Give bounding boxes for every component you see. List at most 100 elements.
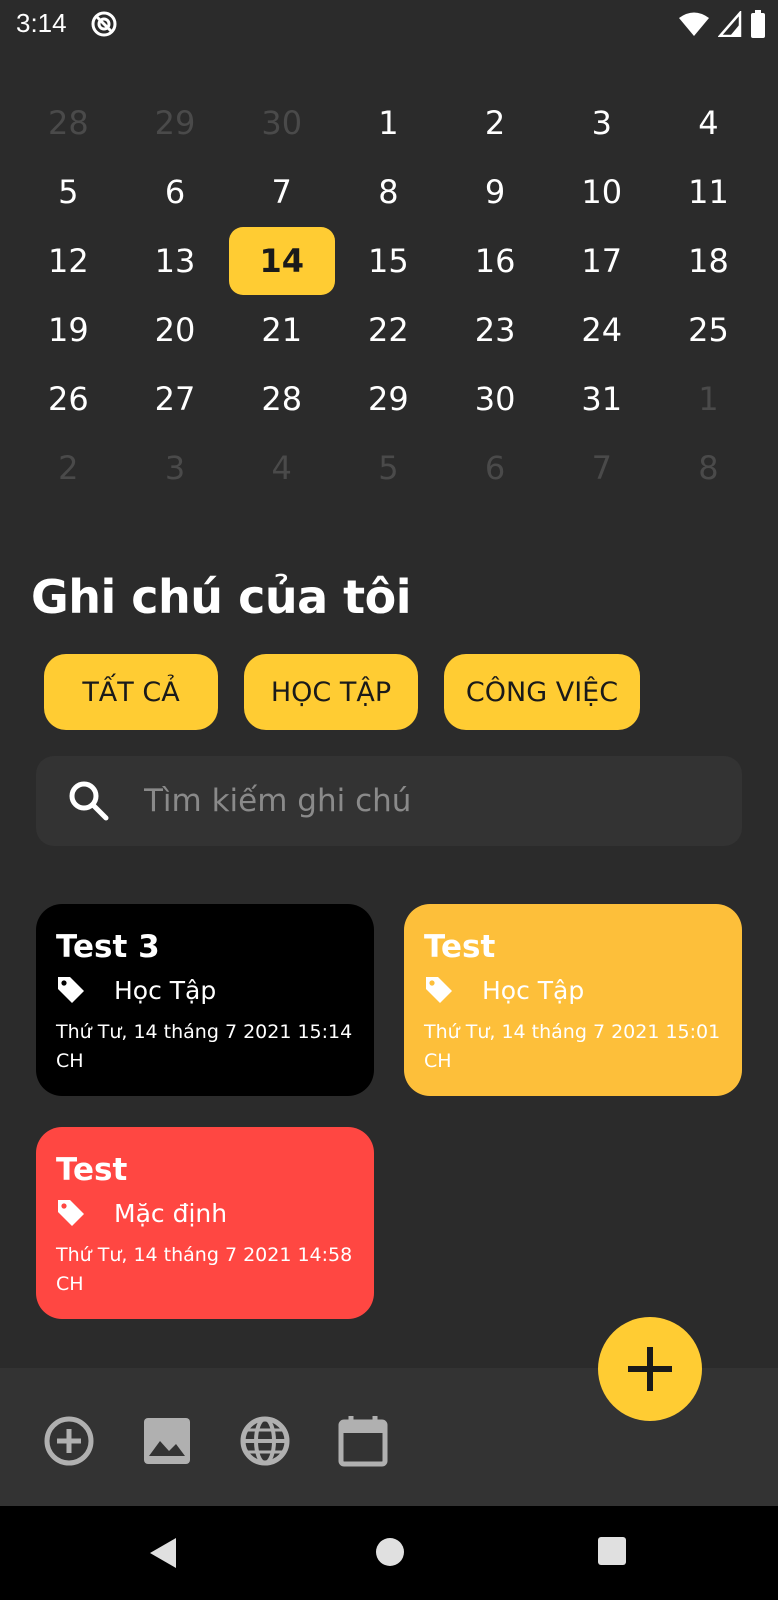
calendar-day-number: 24 (581, 310, 623, 349)
calendar-day-number: 18 (688, 241, 729, 280)
filter-chip-study[interactable]: HỌC TẬP (244, 654, 418, 730)
calendar-day[interactable]: 17 (548, 226, 655, 295)
calendar-day-number: 28 (47, 103, 89, 142)
calendar-day[interactable]: 3 (122, 433, 229, 502)
calendar-day[interactable]: 4 (228, 433, 335, 502)
note-category: Học Tập (56, 970, 354, 1010)
calendar-day[interactable]: 30 (442, 364, 549, 433)
note-card[interactable]: Test Học Tập Thứ Tư, 14 tháng 7 2021 15:… (404, 904, 742, 1096)
calendar-day[interactable]: 16 (442, 226, 549, 295)
calendar-day[interactable]: 15 (335, 226, 442, 295)
calendar-day-number: 7 (271, 172, 292, 211)
calendar-week-row: 28 29 30 1 2 3 4 (15, 88, 763, 157)
calendar-day[interactable]: 8 (335, 157, 442, 226)
calendar-day[interactable]: 5 (15, 157, 122, 226)
calendar-day[interactable]: 29 (122, 88, 229, 157)
calendar-day[interactable]: 11 (655, 157, 762, 226)
calendar-day-number: 19 (47, 310, 89, 349)
plus-icon (628, 1347, 672, 1391)
calendar-day[interactable]: 1 (655, 364, 762, 433)
note-title: Test (56, 1152, 128, 1188)
at-sign-icon (91, 11, 117, 37)
calendar-day-number: 4 (271, 448, 292, 487)
back-icon[interactable] (148, 1536, 178, 1570)
calendar-day[interactable]: 28 (228, 364, 335, 433)
calendar-day[interactable]: 25 (655, 295, 762, 364)
calendar-day[interactable]: 21 (228, 295, 335, 364)
calendar-day-number: 21 (261, 310, 303, 349)
filter-chip-work[interactable]: CÔNG VIỆC (444, 654, 640, 730)
note-card[interactable]: Test 3 Học Tập Thứ Tư, 14 tháng 7 2021 1… (36, 904, 374, 1096)
calendar-grid: 28 29 30 1 2 3 4 5 6 7 8 9 10 11 12 13 14 15 16 17 18 19 20 21 2… (15, 88, 763, 502)
calendar-day[interactable]: 7 (548, 433, 655, 502)
search-bar[interactable] (36, 756, 742, 846)
note-date: Thứ Tư, 14 tháng 7 2021 15:14 CH (56, 1021, 353, 1072)
filter-chips: TẤT CẢ HỌC TẬP CÔNG VIỆC (44, 654, 640, 730)
calendar-day[interactable]: 28 (15, 88, 122, 157)
tag-icon (426, 977, 452, 1003)
calendar-day[interactable]: 20 (122, 295, 229, 364)
calendar-day-number: 26 (47, 379, 89, 418)
calendar-day-number: 3 (591, 103, 612, 142)
calendar-day[interactable]: 29 (335, 364, 442, 433)
calendar-day[interactable]: 8 (655, 433, 762, 502)
calendar-day-number: 16 (474, 241, 516, 280)
globe-icon[interactable] (238, 1414, 292, 1468)
calendar-day[interactable]: 26 (15, 364, 122, 433)
calendar-day-number: 1 (698, 379, 719, 418)
note-title: Test 3 (56, 929, 160, 965)
calendar-day-number: 6 (484, 448, 506, 487)
calendar-day[interactable]: 1 (335, 88, 442, 157)
calendar-day[interactable]: 18 (655, 226, 762, 295)
calendar-week-row: 12 13 14 15 16 17 18 (15, 226, 763, 295)
calendar-day-selected[interactable]: 14 (228, 226, 335, 295)
calendar-day[interactable]: 31 (548, 364, 655, 433)
note-category: Mặc định (56, 1193, 354, 1233)
note-category-label: Mặc định (114, 1198, 228, 1228)
image-icon[interactable] (140, 1414, 194, 1468)
calendar-day[interactable]: 5 (335, 433, 442, 502)
note-category: Học Tập (424, 970, 722, 1010)
calendar-day-number: 27 (154, 379, 196, 418)
calendar-day[interactable]: 2 (442, 88, 549, 157)
calendar-day[interactable]: 23 (442, 295, 549, 364)
calendar-day-number: 2 (484, 103, 506, 142)
calendar-day[interactable]: 22 (335, 295, 442, 364)
calendar-day-number: 22 (368, 310, 409, 349)
calendar-day[interactable]: 24 (548, 295, 655, 364)
search-input[interactable] (144, 780, 704, 822)
calendar-day-number: 10 (581, 172, 623, 211)
calendar-day[interactable]: 12 (15, 226, 122, 295)
calendar-day-number: 11 (688, 172, 729, 211)
calendar-day-number: 8 (378, 172, 399, 211)
calendar-day-number: 5 (378, 448, 399, 487)
calendar-day[interactable]: 10 (548, 157, 655, 226)
wifi-icon (679, 12, 709, 36)
calendar-icon[interactable] (336, 1414, 390, 1468)
home-icon[interactable] (374, 1536, 406, 1568)
add-note-button[interactable] (598, 1317, 702, 1421)
filter-chip-all[interactable]: TẤT CẢ (44, 654, 218, 730)
calendar-day[interactable]: 4 (655, 88, 762, 157)
calendar-day[interactable]: 13 (122, 226, 229, 295)
calendar-day-number: 30 (474, 379, 516, 418)
calendar-day[interactable]: 6 (122, 157, 229, 226)
calendar-day-number: 13 (154, 241, 196, 280)
calendar-day[interactable]: 3 (548, 88, 655, 157)
note-title: Test (424, 929, 496, 965)
calendar-day[interactable]: 30 (228, 88, 335, 157)
calendar-day-number: 29 (368, 379, 409, 418)
calendar-day[interactable]: 7 (228, 157, 335, 226)
note-date: Thứ Tư, 14 tháng 7 2021 15:01 CH (424, 1021, 721, 1072)
recents-icon[interactable] (597, 1536, 627, 1566)
calendar-day[interactable]: 27 (122, 364, 229, 433)
calendar-day-number: 8 (698, 448, 719, 487)
calendar-day[interactable]: 6 (442, 433, 549, 502)
calendar-day[interactable]: 19 (15, 295, 122, 364)
calendar-day-number: 7 (591, 448, 612, 487)
calendar-day[interactable]: 9 (442, 157, 549, 226)
calendar-week-row: 19 20 21 22 23 24 25 (15, 295, 763, 364)
calendar-day[interactable]: 2 (15, 433, 122, 502)
note-card[interactable]: Test Mặc định Thứ Tư, 14 tháng 7 2021 14… (36, 1127, 374, 1319)
add-circle-icon[interactable] (42, 1414, 96, 1468)
